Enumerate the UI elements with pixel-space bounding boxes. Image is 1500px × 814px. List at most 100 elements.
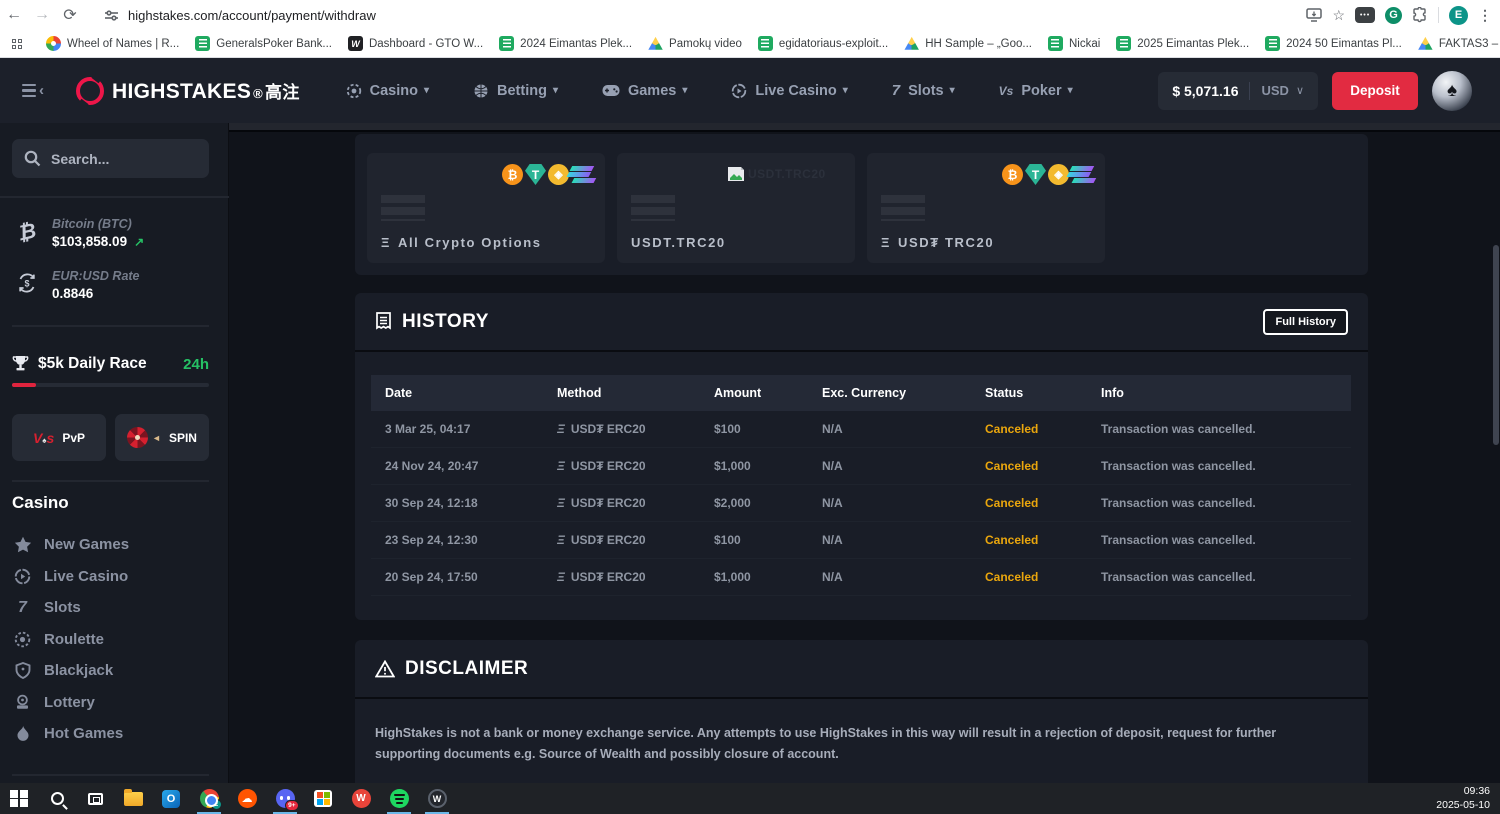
highstakes-logo-icon[interactable]	[76, 77, 104, 105]
forward-icon[interactable]: →	[28, 6, 56, 24]
start-button[interactable]	[0, 783, 38, 814]
bookmark-item[interactable]: 2024 50 Eimantas Pl...	[1265, 36, 1402, 51]
w-app-button[interactable]: W	[418, 783, 456, 814]
toolbar-divider	[1438, 7, 1439, 23]
grammarly-extension-icon[interactable]: G	[1385, 7, 1402, 24]
full-history-button[interactable]: Full History	[1263, 309, 1348, 335]
payment-options-panel: ₿ T ◈ ΞAll Crypto Options USDT.TRC20	[355, 134, 1368, 275]
tether-icon: T	[1025, 164, 1046, 185]
payment-card-usdt-trc20-alt[interactable]: ₿ T ◈ ΞUSD₮ TRC20	[867, 153, 1105, 263]
wps-office-button[interactable]: W	[342, 783, 380, 814]
bookmark-item[interactable]: FAKTAS3 – „Google...	[1418, 36, 1500, 51]
sidebar-item-roulette[interactable]: Roulette	[0, 624, 229, 656]
table-row: 20 Sep 24, 17:50 ΞUSD₮ ERC20 $1,000 N/A …	[371, 559, 1351, 596]
nav-games[interactable]: Games▾	[602, 83, 687, 99]
spin-button[interactable]: ◄ SPIN	[115, 414, 209, 461]
sheets-favicon	[758, 36, 773, 51]
soundcloud-button[interactable]: ☁	[228, 783, 266, 814]
chevron-down-icon: ▾	[553, 85, 558, 96]
main-nav: Casino▾ Betting▾ Games▾	[346, 82, 1073, 99]
spotify-button[interactable]	[380, 783, 418, 814]
sheets-favicon	[1116, 36, 1131, 51]
solana-icon	[571, 164, 595, 185]
brand-title[interactable]: HIGHSTAKES ® 高注	[112, 78, 300, 104]
page-scrollbar[interactable]	[1493, 245, 1499, 445]
search-box[interactable]	[12, 139, 209, 178]
sidebar-item-blackjack[interactable]: Blackjack	[0, 655, 229, 687]
bookmark-item[interactable]: egidatoriaus-exploit...	[758, 36, 888, 51]
site-info-icon[interactable]	[104, 8, 119, 23]
browser-menu-icon[interactable]: ⋮	[1478, 7, 1492, 24]
svg-text:$: $	[24, 278, 29, 288]
payment-card-all-crypto[interactable]: ₿ T ◈ ΞAll Crypto Options	[367, 153, 605, 263]
sidebar-section-title: Casino	[12, 493, 69, 513]
adblock-extension-icon[interactable]: •••	[1355, 7, 1375, 23]
balance-currency-selector[interactable]: $ 5,071.16 USD ∨	[1158, 72, 1318, 110]
pvp-button[interactable]: V♠s PvP	[12, 414, 106, 461]
taskbar-clock[interactable]: 09:36 2025-05-10	[1436, 785, 1490, 811]
sidebar-item-live-casino[interactable]: Live Casino	[0, 561, 229, 593]
chevron-down-icon: ▾	[1068, 85, 1073, 96]
file-explorer-button[interactable]	[114, 783, 152, 814]
list-icon: Ξ	[557, 422, 565, 436]
nav-slots[interactable]: 7 Slots▾	[892, 82, 955, 99]
nav-poker[interactable]: Vs Poker▾	[999, 83, 1073, 99]
nav-live-casino[interactable]: Live Casino▾	[731, 83, 847, 99]
wps-icon: W	[352, 789, 371, 808]
profile-avatar[interactable]: E	[1449, 6, 1468, 25]
payment-card-label: USD₮ TRC20	[898, 235, 994, 250]
sidebar-item-hot-games[interactable]: Hot Games	[0, 718, 229, 750]
solana-icon	[1071, 164, 1095, 185]
bnb-icon: ◈	[1048, 164, 1069, 185]
sidebar-item-lottery[interactable]: Lottery	[0, 687, 229, 719]
header-right: $ 5,071.16 USD ∨ Deposit ♠	[1158, 71, 1472, 111]
payment-card-usdt-trc20[interactable]: USDT.TRC20 USDT.TRC20	[617, 153, 855, 263]
extensions-puzzle-icon[interactable]	[1412, 7, 1428, 23]
send-to-device-icon[interactable]	[1306, 8, 1322, 22]
chrome-button[interactable]: E	[190, 783, 228, 814]
table-row: 23 Sep 24, 12:30 ΞUSD₮ ERC20 $100 N/A Ca…	[371, 522, 1351, 559]
bookmark-star-icon[interactable]: ☆	[1332, 7, 1345, 24]
task-view-button[interactable]	[76, 783, 114, 814]
nav-casino[interactable]: Casino▾	[346, 83, 429, 99]
casino-chip-icon	[346, 83, 362, 99]
table-header-row: Date Method Amount Exc. Currency Status …	[371, 375, 1351, 411]
bookmark-item[interactable]: 2025 Eimantas Plek...	[1116, 36, 1249, 51]
play-circle-icon	[13, 568, 32, 585]
folder-icon	[124, 792, 143, 806]
taskbar-search[interactable]	[38, 783, 76, 814]
sidebar-item-new-games[interactable]: New Games	[0, 529, 229, 561]
list-icon: Ξ	[557, 533, 565, 547]
race-progress-bar	[12, 383, 209, 387]
address-bar[interactable]: highstakes.com/account/payment/withdraw	[96, 3, 1256, 27]
bookmark-item[interactable]: WDashboard - GTO W...	[348, 36, 483, 51]
sidebar-item-slots[interactable]: 7 Slots	[0, 592, 229, 624]
wheel-favicon	[46, 36, 61, 51]
trophy-icon	[12, 355, 29, 373]
outlook-button[interactable]: O	[152, 783, 190, 814]
apps-grid-icon[interactable]	[12, 39, 22, 49]
lottery-machine-icon	[13, 694, 32, 711]
disclaimer-panel: DISCLAIMER HighStakes is not a bank or m…	[355, 640, 1368, 783]
ms-store-button[interactable]	[304, 783, 342, 814]
discord-button[interactable]: 9+	[266, 783, 304, 814]
bookmark-item[interactable]: Nickai	[1048, 36, 1100, 51]
list-icon: Ξ	[381, 235, 391, 250]
drive-favicon	[648, 36, 663, 51]
url-text[interactable]: highstakes.com/account/payment/withdraw	[128, 8, 376, 23]
back-icon[interactable]: ←	[0, 6, 28, 24]
deposit-button[interactable]: Deposit	[1332, 72, 1418, 110]
sidebar-collapse-icon[interactable]: ‹	[22, 83, 44, 98]
reload-icon[interactable]: ⟳	[56, 5, 84, 25]
nav-betting[interactable]: Betting▾	[473, 83, 558, 99]
user-avatar[interactable]: ♠	[1432, 71, 1472, 111]
search-input[interactable]	[51, 151, 181, 167]
bookmark-item[interactable]: Wheel of Names | R...	[46, 36, 179, 51]
sheets-favicon	[1265, 36, 1280, 51]
bookmark-item[interactable]: Pamokų video	[648, 36, 742, 51]
race-progress-fill	[12, 383, 36, 387]
bookmark-item[interactable]: 2024 Eimantas Plek...	[499, 36, 632, 51]
daily-race-widget[interactable]: $5k Daily Race 24h	[12, 355, 209, 387]
bookmark-item[interactable]: GeneralsPoker Bank...	[195, 36, 332, 51]
bookmark-item[interactable]: HH Sample – „Goo...	[904, 36, 1032, 51]
